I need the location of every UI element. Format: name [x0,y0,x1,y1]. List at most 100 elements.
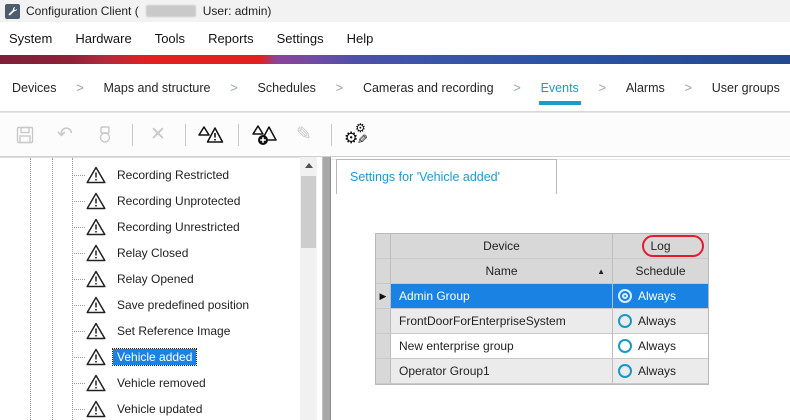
tree-item-relay-closed[interactable]: Relay Closed [0,240,300,266]
nav-maps-and-structure[interactable]: Maps and structure [104,81,211,95]
schedule-circle-icon [618,314,632,328]
menu-settings[interactable]: Settings [277,31,324,46]
panel-splitter[interactable] [322,157,331,420]
scrollbar-thumb[interactable] [301,176,316,248]
schedule-column-header[interactable]: Schedule [613,259,708,284]
device-log-table: Device Log Name ▲ Schedule ▶ Admin Group [375,233,709,385]
toolbar-separator [238,124,239,146]
title-bar: Configuration Client ( User: admin) [0,0,790,22]
page-navigation: Devices > Maps and structure > Schedules… [0,64,790,112]
chevron-right-icon: > [513,80,521,95]
toolbar: ↶ ✕ ✎ ⚙ ⚙ ✎ [0,112,790,157]
warning-triangle-icon [86,348,106,366]
warning-triangle-icon [86,218,106,236]
add-event-button[interactable] [196,120,226,150]
warning-triangle-icon [86,400,106,418]
row-name-cell[interactable]: FrontDoorForEnterpriseSystem [391,309,613,334]
add-compound-event-button[interactable] [249,120,279,150]
log-group-header[interactable]: Log [613,234,708,259]
tree-item-vehicle-updated[interactable]: Vehicle updated [0,396,300,420]
menu-system[interactable]: System [9,31,52,46]
nav-devices[interactable]: Devices [12,81,56,95]
wrench-icon [5,4,20,19]
menu-hardware[interactable]: Hardware [75,31,131,46]
tab-label: Settings for 'Vehicle added' [350,170,500,184]
row-selector-cell: ▶ [376,284,391,309]
undo-icon: ↶ [57,125,73,144]
add-compound-event-icon [251,123,277,147]
chevron-right-icon: > [230,80,238,95]
tree-item-save-predefined-position[interactable]: Save predefined position [0,292,300,318]
tree-item-recording-unrestricted[interactable]: Recording Unrestricted [0,214,300,240]
gutter-header-cell [376,234,391,259]
edit-button[interactable]: ✎ [289,120,319,150]
table-row[interactable]: ▶ Admin Group Always [376,284,708,309]
settings-panel: Settings for 'Vehicle added' Device Log … [331,157,790,420]
table-group-header-row: Device Log [376,234,708,259]
row-selector-cell [376,334,391,359]
current-row-marker-icon: ▶ [380,291,387,302]
row-name-cell[interactable]: Operator Group1 [391,359,613,384]
undo-button[interactable]: ↶ [50,120,80,150]
warning-triangle-icon [86,296,106,314]
name-column-header[interactable]: Name ▲ [391,259,613,284]
nav-alarms[interactable]: Alarms [626,81,665,95]
main-area: Recording Restricted Recording Unprotect… [0,157,790,420]
window-title-prefix: Configuration Client ( [26,4,139,18]
table-row[interactable]: FrontDoorForEnterpriseSystem Always [376,309,708,334]
menu-help[interactable]: Help [347,31,374,46]
warning-triangle-icon [86,244,106,262]
add-event-icon [198,123,224,147]
delete-icon: ✕ [150,125,166,144]
warning-triangle-icon [86,322,106,340]
delete-button[interactable]: ✕ [143,120,173,150]
edit-icon: ✎ [296,125,312,144]
tree-item-vehicle-removed[interactable]: Vehicle removed [0,370,300,396]
chevron-right-icon: > [336,80,344,95]
tree-item-recording-restricted[interactable]: Recording Restricted [0,162,300,188]
activate-button[interactable] [90,120,120,150]
menu-tools[interactable]: Tools [155,31,185,46]
tree-item-set-reference-image[interactable]: Set Reference Image [0,318,300,344]
nav-events-label: Events [541,81,579,95]
row-selector-cell [376,359,391,384]
scroll-up-icon [305,163,313,168]
tree-item-recording-unprotected[interactable]: Recording Unprotected [0,188,300,214]
nav-cameras-and-recording[interactable]: Cameras and recording [363,81,494,95]
warning-triangle-icon [86,166,106,184]
tree-scrollbar[interactable] [300,157,317,420]
schedule-circle-icon [618,364,632,378]
table-row[interactable]: New enterprise group Always [376,334,708,359]
chevron-right-icon: > [76,80,84,95]
tab-settings-for-event[interactable]: Settings for 'Vehicle added' [336,159,557,194]
row-schedule-cell[interactable]: Always [613,309,708,334]
event-settings-button[interactable]: ⚙ ⚙ ✎ [342,120,372,150]
sort-ascending-icon[interactable]: ▲ [597,267,605,276]
row-name-cell[interactable]: Admin Group [391,284,613,309]
nav-schedules[interactable]: Schedules [258,81,316,95]
save-button[interactable] [10,120,40,150]
brand-stripe [0,55,790,64]
schedule-circle-icon [618,339,632,353]
configuration-client-window: Configuration Client ( User: admin) Syst… [0,0,790,420]
toolbar-separator [331,124,332,146]
row-schedule-cell[interactable]: Always [613,359,708,384]
tree-item-relay-opened[interactable]: Relay Opened [0,266,300,292]
redacted-text [146,5,196,17]
schedule-circle-icon [618,289,632,303]
nav-user-groups[interactable]: User groups [712,81,780,95]
toolbar-separator [185,124,186,146]
save-icon [15,125,35,145]
chevron-right-icon: > [599,80,607,95]
scrollbar-up-button[interactable] [300,157,317,174]
gutter-header-cell [376,259,391,284]
tree-item-vehicle-added-selected[interactable]: Vehicle added [0,344,300,370]
nav-events-active[interactable]: Events [541,81,579,95]
menu-reports[interactable]: Reports [208,31,254,46]
device-group-header[interactable]: Device [391,234,613,259]
row-schedule-cell[interactable]: Always [613,284,708,309]
row-name-cell[interactable]: New enterprise group [391,334,613,359]
row-schedule-cell[interactable]: Always [613,334,708,359]
table-row[interactable]: Operator Group1 Always [376,359,708,384]
active-tab-underline [539,101,581,105]
